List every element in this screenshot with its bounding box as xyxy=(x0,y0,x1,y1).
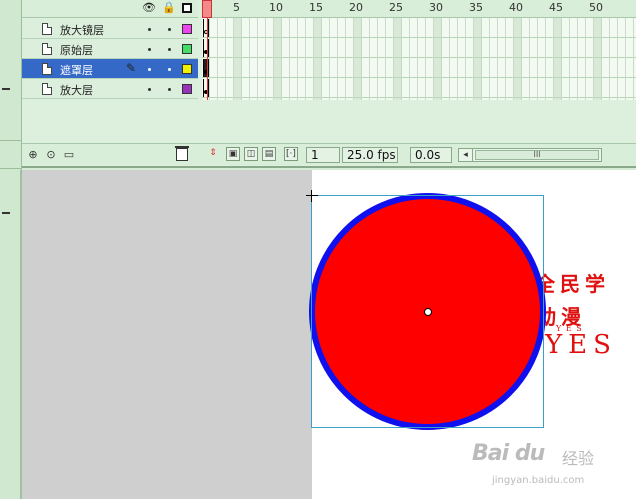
stage-text-line1[interactable]: 全民学 xyxy=(535,268,610,297)
playhead[interactable] xyxy=(202,0,212,18)
ruler-number: 25 xyxy=(389,1,403,14)
frame-marker xyxy=(434,18,442,100)
layer-row-selected[interactable]: 遮罩层 ✎ xyxy=(22,59,198,79)
layer-name: 放大层 xyxy=(60,84,93,97)
layer-icon xyxy=(42,83,52,95)
onion-skin-icon[interactable]: ▣ xyxy=(226,147,240,161)
frames-area[interactable]: 1 5 10 15 20 25 30 35 40 45 50 xyxy=(202,0,636,100)
elapsed-time-field: 0.0s xyxy=(410,147,452,163)
layer-row[interactable]: 放大镜层 xyxy=(22,19,198,39)
onion-skin-outlines-icon[interactable]: ◫ xyxy=(244,147,258,161)
visibility-dot[interactable] xyxy=(148,88,151,91)
lock-dot[interactable] xyxy=(168,48,171,51)
frame-marker xyxy=(394,18,402,100)
ruler-number: 15 xyxy=(309,1,323,14)
frame-marker xyxy=(314,18,322,100)
keyframe-selected[interactable] xyxy=(203,59,209,77)
timeline-footer: ⊕ ⊙ ▭ ⇕ ▣ ◫ ▤ [·] 1 25.0 fps 0.0s ◂ III xyxy=(22,143,636,165)
layer-row[interactable]: 放大层 xyxy=(22,79,198,99)
current-frame-field: 1 xyxy=(306,147,340,163)
keyframe[interactable] xyxy=(203,39,209,57)
watermark-cn: 经验 xyxy=(562,449,595,468)
transform-point[interactable] xyxy=(424,308,432,316)
layer-icon xyxy=(42,23,52,35)
panel-gripper-icon[interactable] xyxy=(2,88,10,90)
add-motion-guide-icon[interactable]: ⊙ xyxy=(44,148,58,161)
watermark-logo: Bai du xyxy=(472,441,545,466)
ruler-number: 35 xyxy=(469,1,483,14)
layer-name: 原始层 xyxy=(60,44,93,57)
registration-crosshair-icon xyxy=(306,190,318,202)
panel-divider xyxy=(0,168,21,169)
ruler-number: 30 xyxy=(429,1,443,14)
ruler-number: 40 xyxy=(509,1,523,14)
outline-color-swatch[interactable] xyxy=(182,84,192,94)
pasteboard[interactable] xyxy=(22,170,312,499)
layer-icon xyxy=(42,43,52,55)
outline-color-swatch[interactable] xyxy=(182,44,192,54)
scroll-left-icon[interactable]: ◂ xyxy=(459,149,473,161)
frame-marker xyxy=(554,18,562,100)
lock-dot[interactable] xyxy=(168,28,171,31)
ruler-number: 5 xyxy=(233,1,240,14)
lock-icon[interactable]: 🔒 xyxy=(162,1,176,15)
timeline-panel: 👁 🔒 放大镜层 原始层 遮罩层 ✎ 放大层 5 10 15 20 25 30 … xyxy=(22,0,636,168)
layer-header: 👁 🔒 xyxy=(22,0,198,18)
frame-rate-field[interactable]: 25.0 fps xyxy=(342,147,398,163)
watermark-url: jingyan.baidu.com xyxy=(492,475,585,486)
frame-marker xyxy=(594,18,602,100)
pencil-icon: ✎ xyxy=(126,61,137,75)
lock-dot[interactable] xyxy=(168,88,171,91)
frame-ruler[interactable]: 1 5 10 15 20 25 30 35 40 45 50 xyxy=(202,0,636,18)
panel-gripper-icon[interactable] xyxy=(2,212,10,214)
layer-name: 放大镜层 xyxy=(60,24,104,37)
layer-row[interactable]: 原始层 xyxy=(22,39,198,59)
frame-grid[interactable] xyxy=(202,18,636,100)
eye-icon[interactable]: 👁 xyxy=(142,1,156,15)
keyframe[interactable] xyxy=(203,19,209,37)
lock-dot[interactable] xyxy=(168,68,171,71)
ruler-number: 50 xyxy=(589,1,603,14)
frame-marker xyxy=(274,18,282,100)
playhead-line xyxy=(207,18,208,100)
stage-text-large[interactable]: YES xyxy=(545,330,617,360)
visibility-dot[interactable] xyxy=(148,28,151,31)
panel-divider xyxy=(0,140,21,141)
ruler-number: 45 xyxy=(549,1,563,14)
scrollbar-thumb[interactable]: III xyxy=(475,150,599,160)
keyframe[interactable] xyxy=(203,79,209,97)
outline-icon[interactable] xyxy=(182,3,192,13)
outline-color-swatch[interactable] xyxy=(182,64,192,74)
frame-marker xyxy=(354,18,362,100)
visibility-dot[interactable] xyxy=(148,68,151,71)
insert-layer-icon[interactable]: ⊕ xyxy=(26,148,40,161)
visibility-dot[interactable] xyxy=(148,48,151,51)
ruler-number: 20 xyxy=(349,1,363,14)
layer-name: 遮罩层 xyxy=(60,64,93,77)
ruler-number: 10 xyxy=(269,1,283,14)
timeline-horizontal-scrollbar[interactable]: ◂ III xyxy=(458,148,602,162)
frame-marker xyxy=(474,18,482,100)
insert-folder-icon[interactable]: ▭ xyxy=(62,148,76,161)
frame-marker xyxy=(234,18,242,100)
outline-color-swatch[interactable] xyxy=(182,24,192,34)
edit-multiple-frames-icon[interactable]: ▤ xyxy=(262,147,276,161)
center-frame-icon[interactable]: ⇕ xyxy=(206,147,220,161)
layer-icon xyxy=(42,63,52,75)
flash-ide-window: 👁 🔒 放大镜层 原始层 遮罩层 ✎ 放大层 5 10 15 20 25 30 … xyxy=(0,0,636,499)
modify-onion-markers-icon[interactable]: [·] xyxy=(284,147,298,161)
tools-panel-strip xyxy=(0,0,22,499)
delete-layer-icon[interactable] xyxy=(175,146,189,161)
frame-marker xyxy=(514,18,522,100)
baidu-watermark: Bai du 经验 jingyan.baidu.com xyxy=(472,441,622,486)
